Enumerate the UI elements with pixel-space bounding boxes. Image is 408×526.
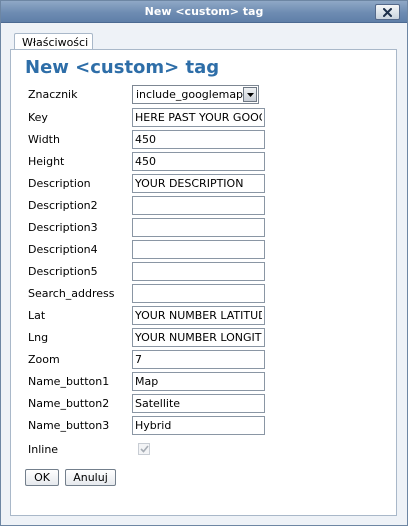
description5-input[interactable] (132, 262, 265, 281)
key-label: Key (28, 111, 48, 124)
row-description2: Description2 (11, 196, 396, 216)
description2-label: Description2 (28, 199, 98, 212)
inline-checkbox[interactable] (138, 443, 150, 455)
close-icon (383, 7, 392, 17)
page-title: New <custom> tag (25, 57, 220, 78)
description4-input[interactable] (132, 240, 265, 259)
row-description4: Description4 (11, 240, 396, 260)
name-button2-label: Name_button2 (28, 397, 110, 410)
inline-label: Inline (28, 443, 59, 456)
lat-input[interactable] (132, 306, 265, 325)
row-description5: Description5 (11, 262, 396, 282)
name-button3-input[interactable] (132, 416, 265, 435)
description3-label: Description3 (28, 221, 98, 234)
search-address-input[interactable] (132, 284, 265, 303)
title-bar[interactable]: New <custom> tag (1, 1, 407, 23)
description5-label: Description5 (28, 265, 98, 278)
search-address-label: Search_address (28, 287, 115, 300)
name-button1-input[interactable] (132, 372, 265, 391)
lat-label: Lat (28, 309, 46, 322)
znacznik-label: Znacznik (28, 88, 78, 101)
znacznik-select-value: include_googlemaps (136, 88, 249, 101)
description-input[interactable] (132, 174, 265, 193)
name-button3-label: Name_button3 (28, 419, 110, 432)
description4-label: Description4 (28, 243, 98, 256)
row-name-button1: Name_button1 (11, 372, 396, 392)
description-label: Description (28, 177, 91, 190)
zoom-input[interactable] (132, 350, 265, 369)
row-search-address: Search_address (11, 284, 396, 304)
chevron-down-icon[interactable] (243, 87, 257, 102)
row-inline: Inline (11, 440, 396, 460)
row-zoom: Zoom (11, 350, 396, 370)
description2-input[interactable] (132, 196, 265, 215)
row-key: Key (11, 108, 396, 128)
name-button1-label: Name_button1 (28, 375, 110, 388)
name-button2-input[interactable] (132, 394, 265, 413)
description3-input[interactable] (132, 218, 265, 237)
height-label: Height (28, 155, 65, 168)
properties-panel: New <custom> tag Znacznik include_google… (10, 49, 397, 516)
lng-input[interactable] (132, 328, 265, 347)
dialog-window: New <custom> tag Właściwości New <custom… (0, 0, 408, 526)
row-description: Description (11, 174, 396, 194)
row-width: Width (11, 130, 396, 150)
window-title: New <custom> tag (144, 5, 264, 18)
width-input[interactable] (132, 130, 265, 149)
row-name-button3: Name_button3 (11, 416, 396, 436)
close-button[interactable] (375, 4, 400, 20)
height-input[interactable] (132, 152, 265, 171)
row-height: Height (11, 152, 396, 172)
znacznik-select[interactable]: include_googlemaps (132, 85, 259, 104)
key-input[interactable] (132, 108, 265, 127)
cancel-button[interactable]: Anuluj (65, 469, 116, 486)
row-lng: Lng (11, 328, 396, 348)
zoom-label: Zoom (28, 353, 60, 366)
row-lat: Lat (11, 306, 396, 326)
ok-button[interactable]: OK (25, 469, 59, 486)
row-name-button2: Name_button2 (11, 394, 396, 414)
row-description3: Description3 (11, 218, 396, 238)
row-znacznik: Znacznik include_googlemaps (11, 85, 396, 105)
lng-label: Lng (28, 331, 49, 344)
width-label: Width (28, 133, 60, 146)
checkmark-icon (139, 443, 149, 456)
